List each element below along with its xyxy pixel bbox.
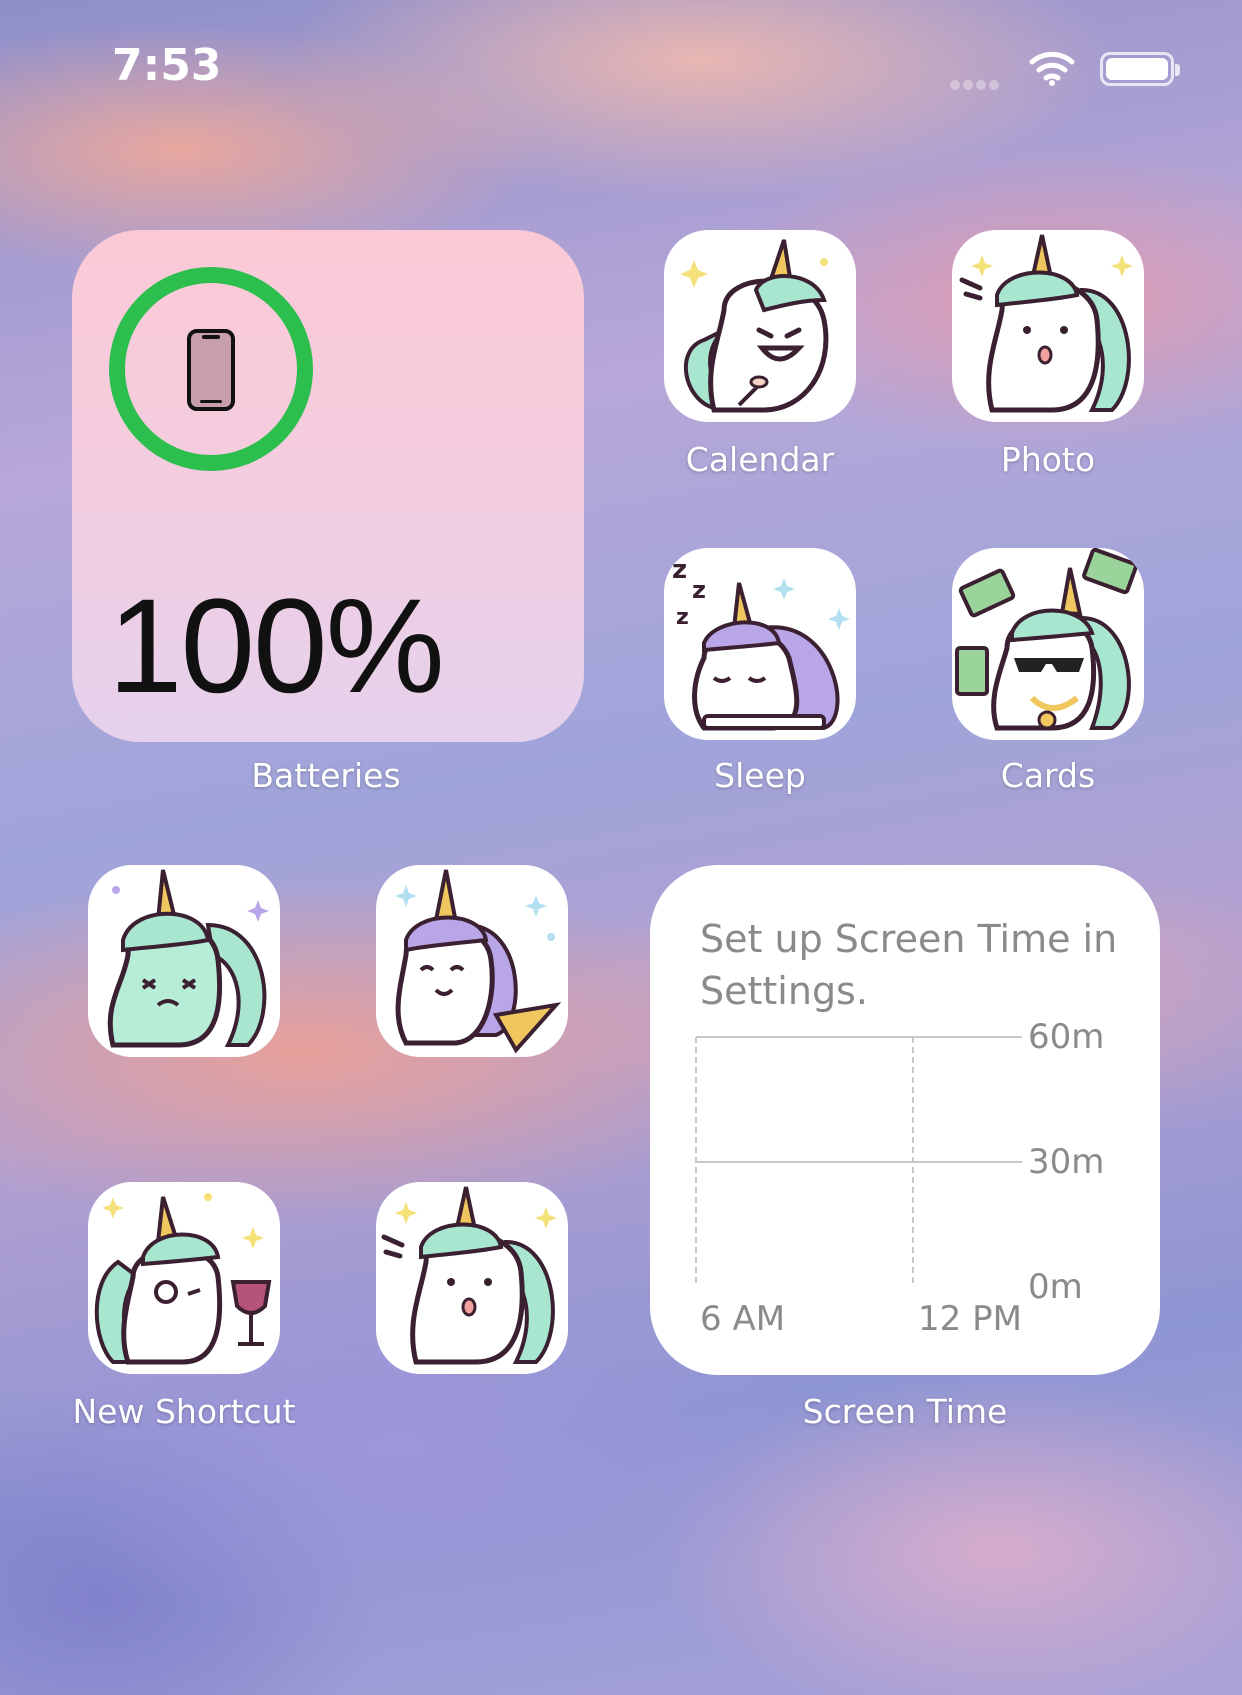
battery-status-icon — [1100, 52, 1180, 86]
battery-ring — [109, 267, 313, 471]
x-tick-12pm: 12 PM — [918, 1299, 1022, 1339]
unicorn-surprised-icon — [381, 1186, 557, 1365]
svg-text:z: z — [692, 576, 706, 604]
screen-time-widget[interactable]: Set up Screen Time in Settings. 60m 30m … — [650, 865, 1160, 1375]
unicorn-sick-icon — [107, 869, 269, 1048]
app-sleep[interactable]: z z z — [664, 548, 856, 740]
app-calendar-label: Calendar — [685, 440, 835, 479]
app-photo-label: Photo — [1000, 440, 1096, 479]
status-time: 7:53 — [112, 40, 222, 91]
app-sleep-label: Sleep — [714, 756, 806, 795]
unicorn-money-icon — [955, 548, 1138, 731]
app-cards[interactable] — [952, 548, 1144, 740]
svg-text:z: z — [672, 555, 687, 585]
app-calendar[interactable] — [664, 230, 856, 422]
screen-time-message: Set up Screen Time in Settings. — [700, 917, 1118, 1013]
app-photo[interactable] — [952, 230, 1144, 422]
cellular-signal-icon — [950, 75, 1006, 90]
app-unicorn-sick[interactable] — [88, 865, 280, 1057]
svg-text:z: z — [676, 605, 689, 630]
iphone-icon — [187, 329, 235, 411]
unicorn-pizza-icon — [395, 869, 562, 1054]
batteries-widget[interactable]: 100% — [72, 230, 584, 742]
app-unicorn-surprised[interactable] — [376, 1182, 568, 1374]
y-tick-30m: 30m — [1028, 1142, 1105, 1182]
unicorn-monocle-wine-icon — [94, 1193, 272, 1365]
screen-time-chart — [695, 1036, 1022, 1285]
x-tick-6am: 6 AM — [700, 1299, 786, 1339]
app-new-shortcut[interactable] — [88, 1182, 280, 1374]
batteries-label: Batteries — [251, 756, 401, 795]
y-tick-0m: 0m — [1028, 1267, 1083, 1307]
unicorn-surprised-icon — [959, 234, 1133, 413]
unicorn-sleeping-icon: z z z — [672, 555, 850, 731]
unicorn-laughing-icon — [680, 239, 829, 413]
y-tick-60m: 60m — [1028, 1017, 1105, 1057]
battery-percent: 100% — [108, 572, 445, 721]
wifi-icon — [1029, 51, 1075, 86]
app-new-shortcut-label: New Shortcut — [72, 1392, 296, 1431]
screen-time-label: Screen Time — [802, 1392, 1008, 1431]
app-cards-label: Cards — [1000, 756, 1096, 795]
app-unicorn-pizza[interactable] — [376, 865, 568, 1057]
